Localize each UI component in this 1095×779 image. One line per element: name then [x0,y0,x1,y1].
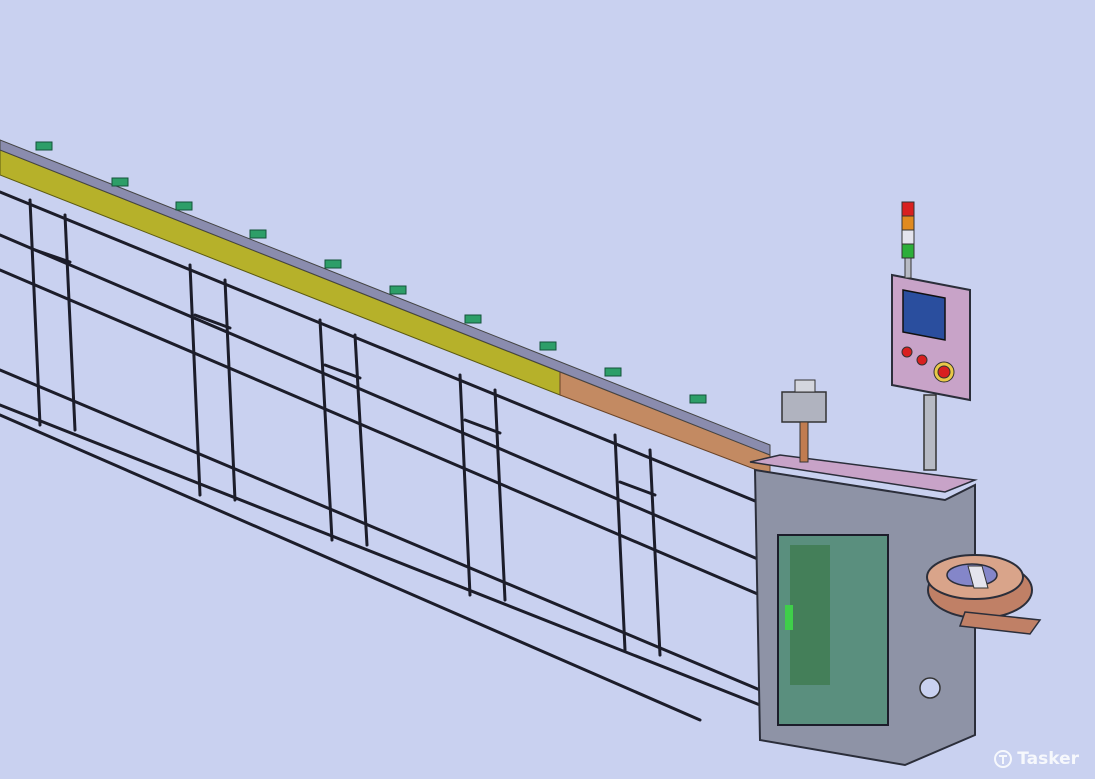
tasker-logo-icon [994,750,1013,768]
machine-drawing [0,139,1042,767]
drive-motor [781,379,827,463]
watermark: Tasker [993,749,1079,769]
signal-tower [901,201,915,279]
control-cabinet [749,454,978,767]
conveyor-frame [0,158,762,722]
watermark-text: Tasker [1017,749,1079,769]
hmi-screen [902,289,946,341]
conveyor-trays [0,139,771,476]
tray-clips [35,141,707,404]
operator-panel [891,273,971,471]
